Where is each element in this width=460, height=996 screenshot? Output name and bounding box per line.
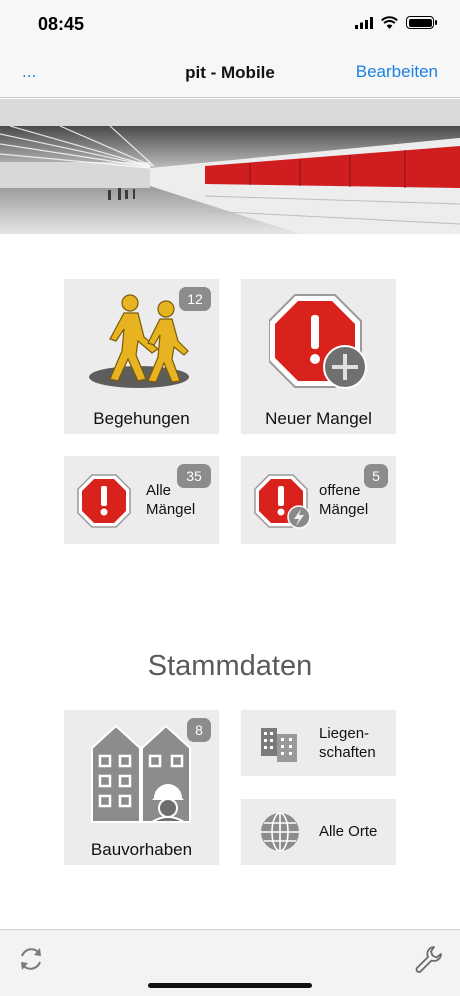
tile-alle-maengel[interactable]: Alle Mängel 35 [64,456,219,544]
edit-button[interactable]: Bearbeiten [356,62,438,82]
wifi-icon [381,16,398,29]
sync-button[interactable] [16,944,46,979]
alle-orte-label: Alle Orte [319,823,378,840]
buildings-icon [91,724,191,823]
nav-bar: ... pit - Mobile Bearbeiten [0,50,460,98]
neuer-mangel-label: Neuer Mangel [265,409,372,428]
liegenschaften-line2: schaften [319,744,376,761]
tile-liegenschaften[interactable]: Liegen- schaften [241,710,396,776]
tile-bauvorhaben[interactable]: 8 Bauvorhaben [64,710,219,865]
bauvorhaben-badge: 8 [187,718,211,742]
stop-sign-lightning-icon [254,474,311,529]
bauvorhaben-label: Bauvorhaben [90,840,193,859]
section-title-stammdaten: Stammdaten [147,650,313,682]
tile-begehungen[interactable]: 12 Begehungen [64,279,219,434]
tile-neuer-mangel[interactable]: Neuer Mangel [241,279,396,434]
status-bar: 08:45 [0,0,460,50]
begehungen-label: Begehungen [93,409,190,428]
battery-icon [406,16,437,29]
alle-maengel-badge: 35 [177,464,211,488]
offene-maengel-badge: 5 [364,464,388,488]
walkers-icon [89,294,189,388]
settings-button[interactable] [414,944,444,979]
tile-alle-orte[interactable]: Alle Orte [241,799,396,865]
sync-icon [21,948,41,970]
offene-maengel-line2: Mängel [319,501,369,518]
hero-spacer [0,99,460,126]
hero-banner [0,126,460,234]
begehungen-badge: 12 [179,287,211,311]
globe-icon [261,812,299,852]
stop-sign-plus-icon [269,294,367,389]
home-indicator [148,983,312,988]
office-buildings-icon [261,728,297,762]
status-icons [355,16,437,29]
alle-maengel-line2: Mängel [146,501,196,518]
signal-icon [355,16,373,29]
tile-offene-maengel[interactable]: offene Mängel 5 [241,456,396,544]
alle-maengel-line1: Alle [146,482,172,499]
liegenschaften-line1: Liegen- [319,725,370,742]
wrench-icon [415,946,442,973]
stop-sign-icon [77,474,131,528]
status-time: 08:45 [38,14,85,34]
offene-maengel-line1: offene [319,482,361,499]
